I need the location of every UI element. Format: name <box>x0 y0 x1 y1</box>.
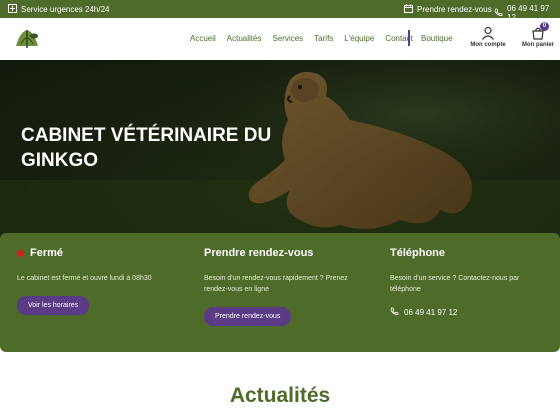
news-section-title: Actualités <box>229 384 331 407</box>
main-nav: Accueil Actualités Services Tarifs L'équ… <box>0 18 560 60</box>
emergency-info: Service urgences 24h/24 <box>8 4 110 15</box>
opening-status-block: Fermé Le cabinet est fermé et ouvre lund… <box>17 247 187 315</box>
top-appointment-link[interactable]: Prendre rendez-vous <box>404 4 492 15</box>
phone-number-link[interactable]: 06 49 41 97 12 <box>390 307 540 318</box>
appointment-button[interactable]: Prendre rendez-vous <box>204 307 292 326</box>
nav-item-boutique[interactable]: Boutique <box>421 34 453 43</box>
calendar-icon <box>404 4 413 15</box>
nav-divider <box>408 30 410 46</box>
nav-item-services[interactable]: Services <box>272 34 303 43</box>
phone-text: Besoin d'un service ? Contactez-nous par… <box>390 275 520 293</box>
cart-count-badge: 0 <box>540 22 549 31</box>
top-bar: Service urgences 24h/24 Prendre rendez-v… <box>0 0 560 22</box>
phone-number: 06 49 41 97 12 <box>404 308 458 317</box>
emergency-text: Service urgences 24h/24 <box>21 5 110 14</box>
status-text: Le cabinet est fermé et ouvre lundi à 08… <box>17 275 152 282</box>
hero-title: CABINET VÉTÉRINAIRE DU GINKGO <box>21 125 272 171</box>
phone-icon <box>390 307 399 318</box>
nav-menu: Accueil Actualités Services Tarifs L'équ… <box>190 34 424 43</box>
nav-item-actualites[interactable]: Actualités <box>227 34 262 43</box>
appointment-text: Besoin d'un rendez-vous rapidement ? Pre… <box>204 275 348 293</box>
hero-banner: CABINET VÉTÉRINAIRE DU GINKGO <box>0 60 560 240</box>
account-button[interactable]: Mon compte <box>470 26 506 48</box>
nav-item-accueil[interactable]: Accueil <box>190 34 216 43</box>
closed-status-dot <box>17 249 24 257</box>
appointment-block: Prendre rendez-vous Besoin d'un rendez-v… <box>204 247 364 326</box>
phone-block: Téléphone Besoin d'un service ? Contacte… <box>390 247 540 318</box>
nav-item-equipe[interactable]: L'équipe <box>344 34 374 43</box>
status-heading: Fermé <box>17 247 187 259</box>
cart-button[interactable]: 0 Mon panier <box>520 22 556 48</box>
ginkgo-logo[interactable] <box>12 26 42 50</box>
info-panel: Fermé Le cabinet est fermé et ouvre lund… <box>0 233 560 352</box>
top-appointment-label: Prendre rendez-vous <box>417 5 492 14</box>
appointment-title: Prendre rendez-vous <box>204 247 314 259</box>
cart-label: Mon panier <box>521 42 554 48</box>
shopping-bag-icon: 0 <box>531 22 549 42</box>
phone-icon <box>494 8 503 19</box>
opening-hours-button[interactable]: Voir les horaires <box>17 296 90 315</box>
account-label: Mon compte <box>470 42 506 48</box>
status-title: Fermé <box>30 247 64 259</box>
plus-square-icon <box>8 4 17 15</box>
phone-title: Téléphone <box>390 247 446 259</box>
nav-item-tarifs[interactable]: Tarifs <box>314 34 333 43</box>
